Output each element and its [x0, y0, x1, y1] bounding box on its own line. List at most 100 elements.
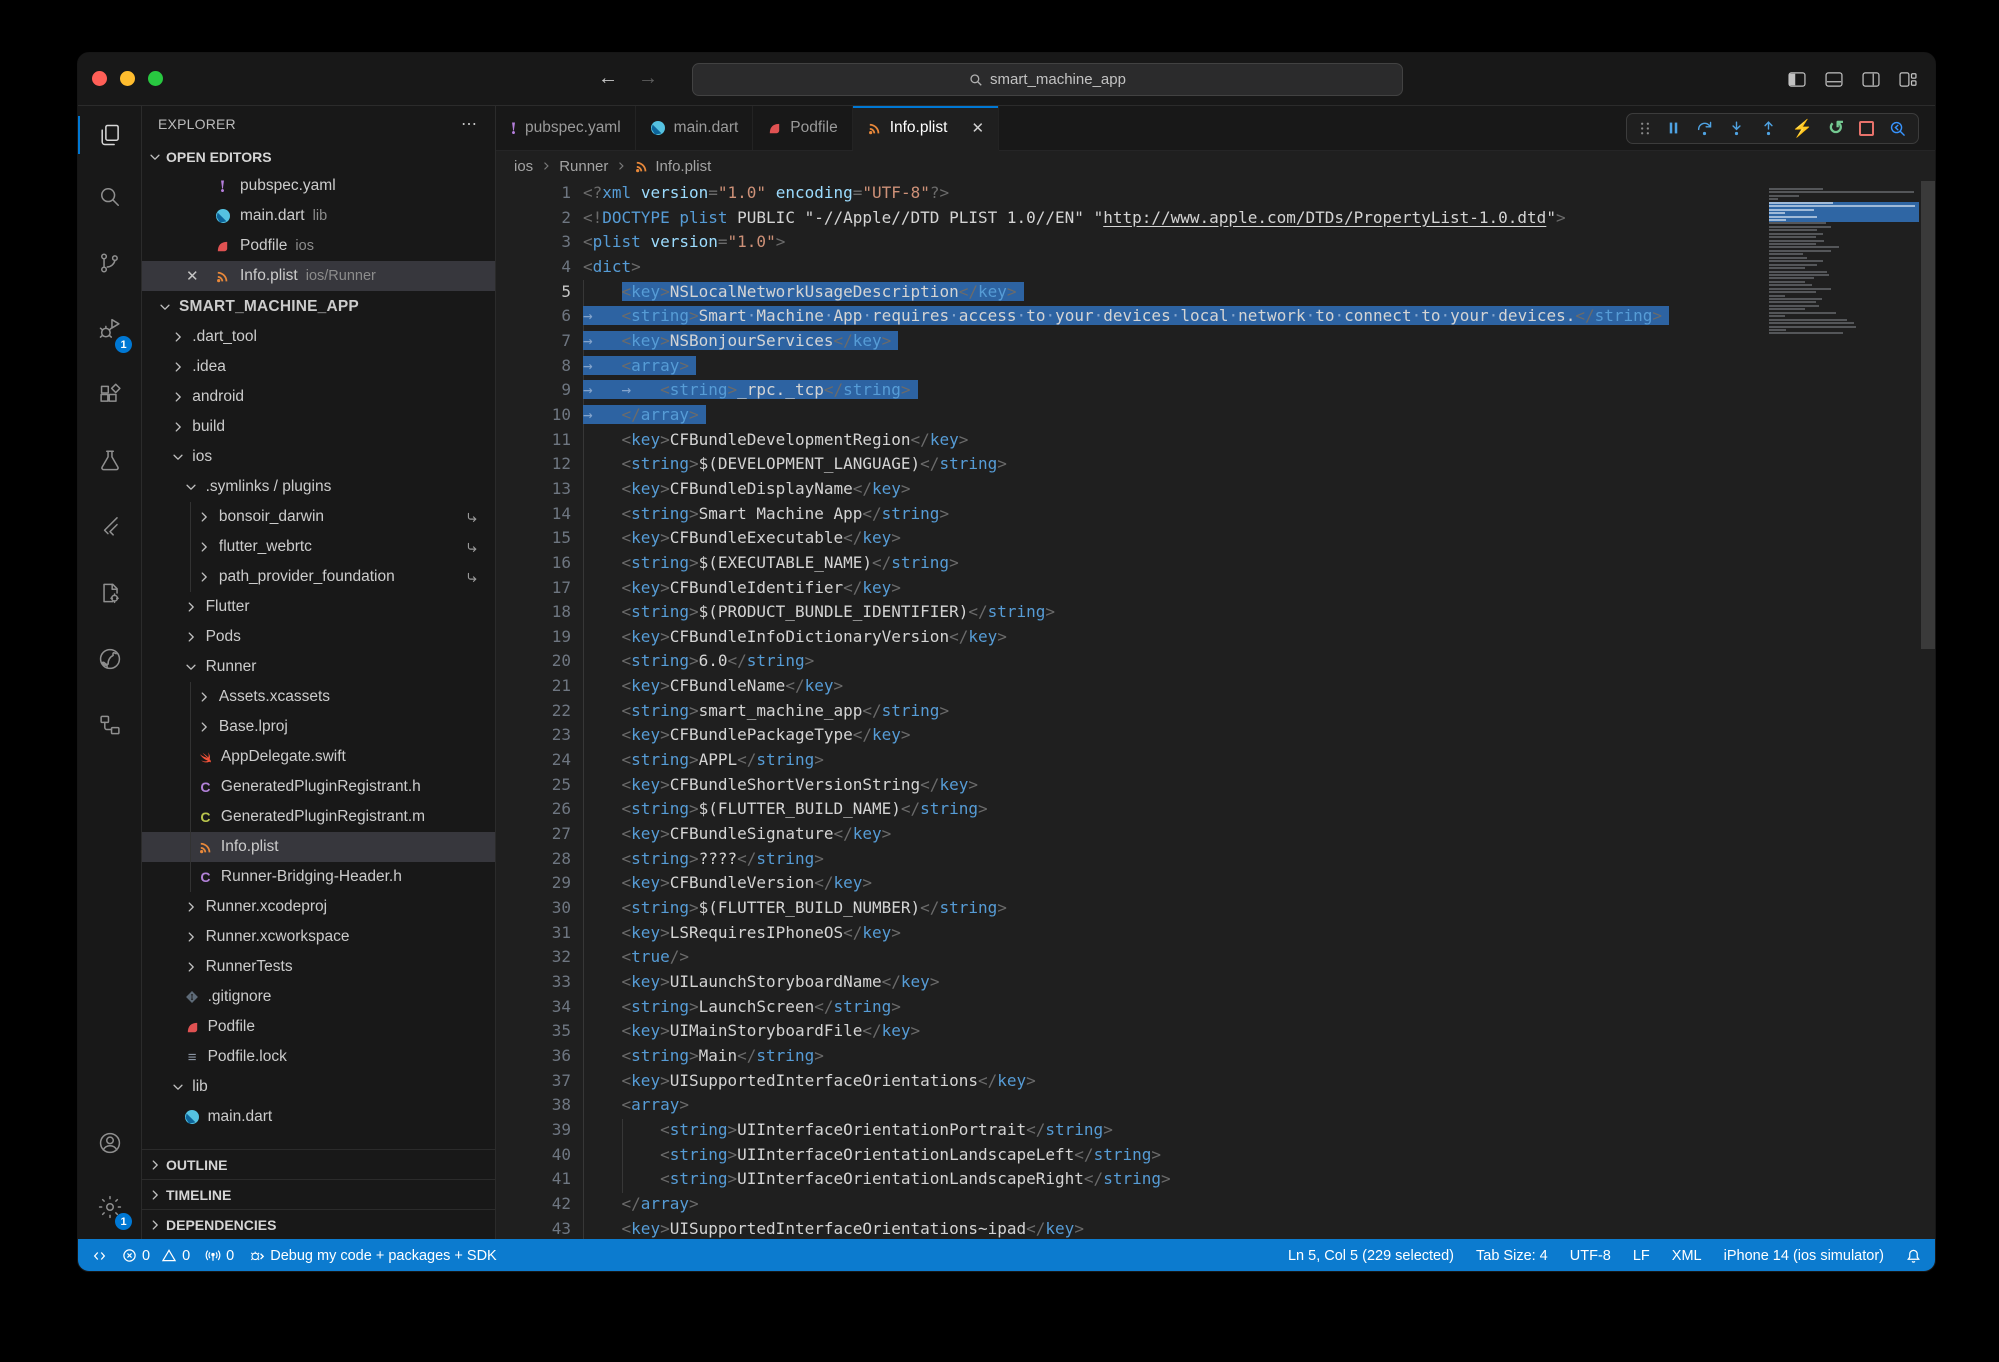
- tab-Podfile[interactable]: Podfile: [753, 106, 852, 150]
- tree-item-android[interactable]: android: [142, 382, 495, 412]
- code-line-19[interactable]: 19 <key>CFBundleInfoDictionaryVersion</k…: [496, 625, 1935, 650]
- tree-item-main.dart[interactable]: main.dart: [142, 1102, 495, 1132]
- tree-item-ios[interactable]: ios: [142, 442, 495, 472]
- tab-pubspec.yaml[interactable]: !pubspec.yaml: [496, 106, 636, 150]
- tab-main.dart[interactable]: main.dart: [636, 106, 754, 150]
- code-line-25[interactable]: 25 <key>CFBundleShortVersionString</key>: [496, 773, 1935, 798]
- activity-source-control-icon[interactable]: [78, 230, 141, 296]
- tree-item-Runner[interactable]: Runner: [142, 652, 495, 682]
- code-line-38[interactable]: 38 <array>: [496, 1093, 1935, 1118]
- tree-item-Podfile[interactable]: Podfile: [142, 1012, 495, 1042]
- tree-item-.idea[interactable]: .idea: [142, 352, 495, 382]
- tree-item-Runner.xcworkspace[interactable]: Runner.xcworkspace: [142, 922, 495, 952]
- activity-explorer-icon[interactable]: [78, 106, 141, 164]
- tree-item-GeneratedPluginRegistrant.m[interactable]: CGeneratedPluginRegistrant.m: [142, 802, 495, 832]
- code-line-3[interactable]: 3<plist version="1.0">: [496, 230, 1935, 255]
- notifications-bell-icon[interactable]: [1906, 1248, 1921, 1264]
- tree-item-GeneratedPluginRegistrant.h[interactable]: CGeneratedPluginRegistrant.h: [142, 772, 495, 802]
- toggle-sidebar-icon[interactable]: [1788, 72, 1806, 87]
- tree-item-path_provider_foundation[interactable]: path_provider_foundation: [142, 562, 495, 592]
- code-line-7[interactable]: 7→ <key>NSBonjourServices</key>: [496, 329, 1935, 354]
- vertical-scrollbar[interactable]: [1921, 181, 1935, 649]
- minimize-traffic-light[interactable]: [120, 71, 135, 86]
- code-line-40[interactable]: 40 <string>UIInterfaceOrientationLandsca…: [496, 1143, 1935, 1168]
- tree-item-.symlinks / plugins[interactable]: .symlinks / plugins: [142, 472, 495, 502]
- toggle-panel-icon[interactable]: [1825, 72, 1843, 87]
- activity-github-icon[interactable]: [78, 626, 141, 692]
- activity-flutter-icon[interactable]: [78, 494, 141, 560]
- pause-icon[interactable]: [1666, 120, 1681, 136]
- tree-item-.gitignore[interactable]: .gitignore: [142, 982, 495, 1012]
- code-line-16[interactable]: 16 <string>$(EXECUTABLE_NAME)</string>: [496, 551, 1935, 576]
- code-line-27[interactable]: 27 <key>CFBundleSignature</key>: [496, 822, 1935, 847]
- code-line-30[interactable]: 30 <string>$(FLUTTER_BUILD_NUMBER)</stri…: [496, 896, 1935, 921]
- activity-dart-devtools-icon[interactable]: [78, 560, 141, 626]
- broadcast-indicator[interactable]: 0: [205, 1248, 234, 1264]
- activity-run-debug-icon[interactable]: 1: [78, 296, 141, 362]
- code-line-13[interactable]: 13 <key>CFBundleDisplayName</key>: [496, 477, 1935, 502]
- code-line-28[interactable]: 28 <string>????</string>: [496, 847, 1935, 872]
- code-line-5[interactable]: 5 <key>NSLocalNetworkUsageDescription</k…: [496, 280, 1935, 305]
- activity-settings-icon[interactable]: 1: [78, 1175, 141, 1239]
- layout-icon[interactable]: [1899, 72, 1917, 87]
- code-line-36[interactable]: 36 <string>Main</string>: [496, 1044, 1935, 1069]
- eol[interactable]: LF: [1633, 1248, 1650, 1264]
- tree-item-build[interactable]: build: [142, 412, 495, 442]
- tree-item-Flutter[interactable]: Flutter: [142, 592, 495, 622]
- open-editor-main.dart[interactable]: ✕main.dartlib: [142, 201, 495, 231]
- code-line-34[interactable]: 34 <string>LaunchScreen</string>: [496, 995, 1935, 1020]
- code-line-2[interactable]: 2<!DOCTYPE plist PUBLIC "-//Apple//DTD P…: [496, 206, 1935, 231]
- breadcrumb-item[interactable]: ios: [514, 158, 533, 175]
- tree-item-bonsoir_darwin[interactable]: bonsoir_darwin: [142, 502, 495, 532]
- step-over-icon[interactable]: [1696, 120, 1713, 137]
- nav-back-icon[interactable]: ←: [598, 53, 618, 105]
- restart-icon[interactable]: ↺: [1828, 119, 1844, 138]
- tree-item-Assets.xcassets[interactable]: Assets.xcassets: [142, 682, 495, 712]
- device-selector[interactable]: iPhone 14 (ios simulator): [1724, 1248, 1884, 1264]
- tree-item-Podfile.lock[interactable]: ≡Podfile.lock: [142, 1042, 495, 1072]
- code-line-18[interactable]: 18 <string>$(PRODUCT_BUNDLE_IDENTIFIER)<…: [496, 600, 1935, 625]
- code-line-17[interactable]: 17 <key>CFBundleIdentifier</key>: [496, 576, 1935, 601]
- stop-icon[interactable]: [1859, 121, 1874, 136]
- section-outline[interactable]: OUTLINE: [142, 1149, 495, 1179]
- close-icon[interactable]: ✕: [971, 119, 984, 137]
- activity-references-icon[interactable]: [78, 692, 141, 758]
- split-editor-icon[interactable]: [1862, 72, 1880, 87]
- code-line-33[interactable]: 33 <key>UILaunchStoryboardName</key>: [496, 970, 1935, 995]
- tree-item-.dart_tool[interactable]: .dart_tool: [142, 322, 495, 352]
- code-line-22[interactable]: 22 <string>smart_machine_app</string>: [496, 699, 1935, 724]
- code-line-39[interactable]: 39 <string>UIInterfaceOrientationPortrai…: [496, 1118, 1935, 1143]
- tree-item-Runner.xcodeproj[interactable]: Runner.xcodeproj: [142, 892, 495, 922]
- language-mode[interactable]: XML: [1672, 1248, 1702, 1264]
- code-line-12[interactable]: 12 <string>$(DEVELOPMENT_LANGUAGE)</stri…: [496, 452, 1935, 477]
- code-line-4[interactable]: 4<dict>: [496, 255, 1935, 280]
- activity-search-icon[interactable]: [78, 164, 141, 230]
- tree-item-Runner-Bridging-Header.h[interactable]: CRunner-Bridging-Header.h: [142, 862, 495, 892]
- activity-account-icon[interactable]: [78, 1111, 141, 1175]
- step-out-icon[interactable]: [1760, 120, 1777, 137]
- code-line-11[interactable]: 11 <key>CFBundleDevelopmentRegion</key>: [496, 428, 1935, 453]
- code-line-43[interactable]: 43 <key>UISupportedInterfaceOrientations…: [496, 1217, 1935, 1239]
- code-line-23[interactable]: 23 <key>CFBundlePackageType</key>: [496, 723, 1935, 748]
- close-icon[interactable]: ✕: [186, 267, 206, 285]
- code-line-41[interactable]: 41 <string>UIInterfaceOrientationLandsca…: [496, 1167, 1935, 1192]
- code-line-37[interactable]: 37 <key>UISupportedInterfaceOrientations…: [496, 1069, 1935, 1094]
- code-line-9[interactable]: 9→ → <string>_rpc._tcp</string>: [496, 378, 1935, 403]
- code-line-15[interactable]: 15 <key>CFBundleExecutable</key>: [496, 526, 1935, 551]
- code-line-14[interactable]: 14 <string>Smart Machine App</string>: [496, 502, 1935, 527]
- code-line-26[interactable]: 26 <string>$(FLUTTER_BUILD_NAME)</string…: [496, 797, 1935, 822]
- open-editor-Podfile[interactable]: ✕Podfileios: [142, 231, 495, 261]
- activity-extensions-icon[interactable]: [78, 362, 141, 428]
- encoding[interactable]: UTF-8: [1570, 1248, 1611, 1264]
- code-line-10[interactable]: 10→ </array>: [496, 403, 1935, 428]
- code-line-31[interactable]: 31 <key>LSRequiresIPhoneOS</key>: [496, 921, 1935, 946]
- code-line-42[interactable]: 42 </array>: [496, 1192, 1935, 1217]
- code-line-24[interactable]: 24 <string>APPL</string>: [496, 748, 1935, 773]
- remote-indicator-icon[interactable]: [92, 1249, 107, 1263]
- tree-item-lib[interactable]: lib: [142, 1072, 495, 1102]
- code-line-35[interactable]: 35 <key>UIMainStoryboardFile</key>: [496, 1019, 1935, 1044]
- open-editors-header[interactable]: OPEN EDITORS: [142, 142, 495, 171]
- tree-item-flutter_webrtc[interactable]: flutter_webrtc: [142, 532, 495, 562]
- sidebar-more-icon[interactable]: ⋯: [461, 114, 479, 134]
- minimap[interactable]: [1769, 188, 1919, 336]
